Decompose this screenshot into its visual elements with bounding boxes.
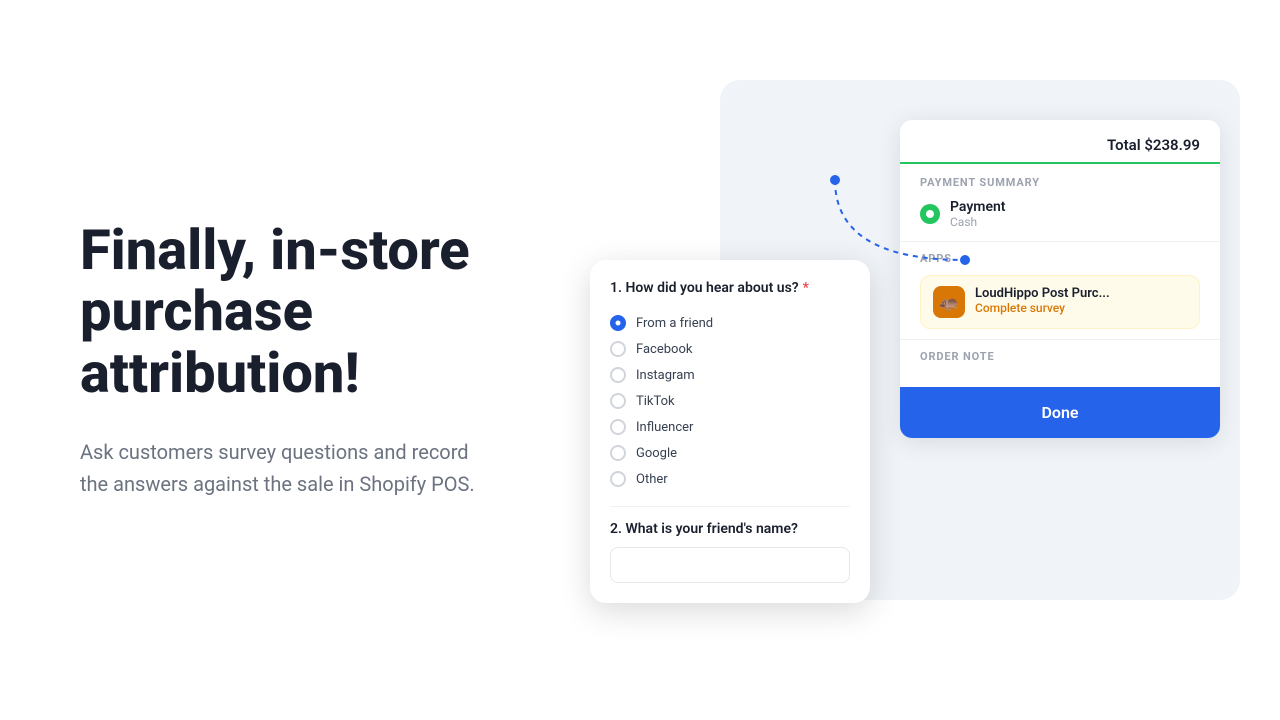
apps-section-label: APPS [920,252,1200,265]
survey-option[interactable]: From a friend [610,310,850,336]
total-amount: Total $238.99 [900,120,1220,164]
left-panel: Finally, in-store purchase attribution! … [0,160,540,561]
app-info: LoudHippo Post Purc... Complete survey [975,286,1110,315]
payment-status-dot [920,204,940,224]
radio-circle [610,367,626,383]
survey-question-1: 1. How did you hear about us? * [610,280,850,296]
survey-card: 1. How did you hear about us? * From a f… [590,260,870,603]
option-label: Influencer [636,420,693,435]
survey-options-list: From a friend Facebook Instagram TikTok Infl… [610,310,850,492]
survey-question-2: 2. What is your friend's name? [610,506,850,537]
option-label: Facebook [636,342,692,357]
option-label: Other [636,472,668,487]
app-card[interactable]: 🦛 LoudHippo Post Purc... Complete survey [920,275,1200,329]
friend-name-input[interactable] [610,547,850,583]
required-mark: * [803,280,809,296]
radio-circle [610,393,626,409]
done-button[interactable]: Done [900,387,1220,438]
payment-row: Payment Cash [920,199,1200,229]
radio-circle [610,471,626,487]
payment-section-label: PAYMENT SUMMARY [920,176,1200,189]
app-icon: 🦛 [933,286,965,318]
order-note-label: ORDER NOTE [920,350,1200,363]
pos-receipt-card: Total $238.99 PAYMENT SUMMARY Payment Ca… [900,120,1220,438]
radio-circle [610,341,626,357]
option-label: Google [636,446,677,461]
survey-option[interactable]: Other [610,466,850,492]
radio-circle [610,315,626,331]
radio-circle [610,419,626,435]
survey-option[interactable]: Facebook [610,336,850,362]
survey-option[interactable]: Influencer [610,414,850,440]
survey-option[interactable]: Google [610,440,850,466]
payment-sub: Cash [950,215,1006,229]
right-panel: Total $238.99 PAYMENT SUMMARY Payment Ca… [540,0,1280,720]
app-action: Complete survey [975,301,1110,315]
app-name: LoudHippo Post Purc... [975,286,1110,301]
payment-label: Payment [950,199,1006,215]
apps-section: APPS 🦛 LoudHippo Post Purc... Complete s… [900,241,1220,339]
option-label: TikTok [636,394,675,409]
payment-info: Payment Cash [950,199,1006,229]
subtext: Ask customers survey questions and recor… [80,436,480,500]
survey-option[interactable]: Instagram [610,362,850,388]
radio-circle [610,445,626,461]
option-label: Instagram [636,368,695,383]
option-label: From a friend [636,316,713,331]
headline: Finally, in-store purchase attribution! [80,220,480,405]
order-note-section: ORDER NOTE [900,339,1220,383]
payment-section: PAYMENT SUMMARY Payment Cash [900,164,1220,241]
survey-option[interactable]: TikTok [610,388,850,414]
